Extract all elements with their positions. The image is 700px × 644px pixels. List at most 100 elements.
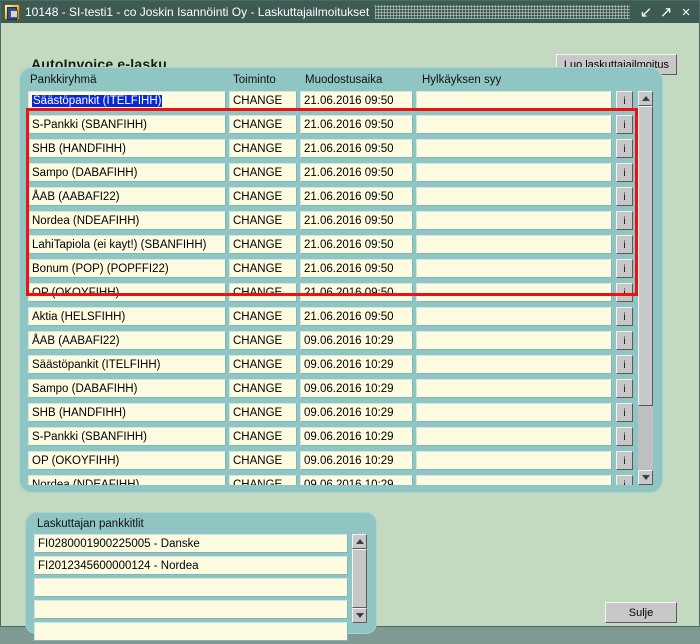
cell-reject-reason[interactable]: [416, 115, 612, 134]
cell-reject-reason[interactable]: [416, 379, 612, 398]
table-row[interactable]: Sampo (DABAFIHH) CHANGE 21.06.2016 09:50 i: [28, 163, 640, 187]
cell-reject-reason[interactable]: [416, 211, 612, 230]
cell-reject-reason[interactable]: [416, 139, 612, 158]
accounts-list[interactable]: FI0280001900225005 - Danske FI20123456000…: [34, 534, 348, 644]
minimize-icon[interactable]: ↙: [636, 3, 656, 21]
cell-created-at[interactable]: 09.06.2016 10:29: [300, 475, 413, 485]
account-list-item[interactable]: [34, 600, 348, 619]
maximize-icon[interactable]: ↗: [656, 3, 676, 21]
table-row[interactable]: SHB (HANDFIHH) CHANGE 21.06.2016 09:50 i: [28, 139, 640, 163]
grid-vertical-scrollbar[interactable]: [638, 91, 653, 485]
cell-bank-group[interactable]: ÅAB (AABAFI22): [28, 187, 226, 206]
cell-action[interactable]: CHANGE: [229, 475, 297, 485]
row-info-button[interactable]: i: [616, 427, 633, 446]
cell-created-at[interactable]: 09.06.2016 10:29: [300, 379, 413, 398]
cell-bank-group[interactable]: ÅAB (AABAFI22): [28, 331, 226, 350]
close-dialog-button[interactable]: Sulje: [605, 602, 677, 623]
cell-action[interactable]: CHANGE: [229, 403, 297, 422]
cell-bank-group[interactable]: Aktia (HELSFIHH): [28, 307, 226, 326]
account-list-item[interactable]: FI0280001900225005 - Danske: [34, 534, 348, 553]
accounts-scroll-down-icon[interactable]: [352, 608, 367, 623]
table-row[interactable]: Nordea (NDEAFIHH) CHANGE 09.06.2016 10:29 i: [28, 475, 640, 485]
cell-created-at[interactable]: 21.06.2016 09:50: [300, 91, 413, 110]
table-row[interactable]: OP (OKOYFIHH) CHANGE 21.06.2016 09:50 i: [28, 283, 640, 307]
cell-bank-group[interactable]: LahiTapiola (ei kayt!) (SBANFIHH): [28, 235, 226, 254]
cell-bank-group[interactable]: OP (OKOYFIHH): [28, 451, 226, 470]
table-row[interactable]: SHB (HANDFIHH) CHANGE 09.06.2016 10:29 i: [28, 403, 640, 427]
cell-action[interactable]: CHANGE: [229, 235, 297, 254]
cell-action[interactable]: CHANGE: [229, 331, 297, 350]
row-info-button[interactable]: i: [616, 115, 633, 134]
account-list-item[interactable]: FI2012345600000124 - Nordea: [34, 556, 348, 575]
table-row[interactable]: S-Pankki (SBANFIHH) CHANGE 09.06.2016 10:2…: [28, 427, 640, 451]
table-row[interactable]: Säästöpankit (ITELFIHH) CHANGE 09.06.2016 …: [28, 355, 640, 379]
cell-bank-group[interactable]: Sampo (DABAFIHH): [28, 163, 226, 182]
row-info-button[interactable]: i: [616, 139, 633, 158]
accounts-scrollbar-thumb[interactable]: [352, 549, 367, 608]
account-list-item[interactable]: [34, 578, 348, 597]
cell-bank-group[interactable]: Nordea (NDEAFIHH): [28, 211, 226, 230]
cell-action[interactable]: CHANGE: [229, 139, 297, 158]
cell-created-at[interactable]: 21.06.2016 09:50: [300, 139, 413, 158]
cell-created-at[interactable]: 09.06.2016 10:29: [300, 331, 413, 350]
row-info-button[interactable]: i: [616, 91, 633, 110]
cell-bank-group[interactable]: Nordea (NDEAFIHH): [28, 475, 226, 485]
table-row[interactable]: ÅAB (AABAFI22) CHANGE 09.06.2016 10:29 i: [28, 331, 640, 355]
grid-scrollbar-thumb[interactable]: [638, 106, 653, 406]
table-row[interactable]: Säästöpankit (ITELFIHH) CHANGE 21.06.2016 …: [28, 91, 640, 115]
cell-created-at[interactable]: 21.06.2016 09:50: [300, 187, 413, 206]
row-info-button[interactable]: i: [616, 379, 633, 398]
cell-reject-reason[interactable]: [416, 163, 612, 182]
cell-action[interactable]: CHANGE: [229, 91, 297, 110]
row-info-button[interactable]: i: [616, 307, 633, 326]
table-row[interactable]: LahiTapiola (ei kayt!) (SBANFIHH) CHANGE 2…: [28, 235, 640, 259]
cell-bank-group[interactable]: Bonum (POP) (POPFFI22): [28, 259, 226, 278]
table-row[interactable]: S-Pankki (SBANFIHH) CHANGE 21.06.2016 09:5…: [28, 115, 640, 139]
cell-action[interactable]: CHANGE: [229, 163, 297, 182]
cell-created-at[interactable]: 21.06.2016 09:50: [300, 259, 413, 278]
cell-action[interactable]: CHANGE: [229, 259, 297, 278]
cell-action[interactable]: CHANGE: [229, 379, 297, 398]
cell-reject-reason[interactable]: [416, 307, 612, 326]
cell-reject-reason[interactable]: [416, 427, 612, 446]
row-info-button[interactable]: i: [616, 475, 633, 485]
table-row[interactable]: Bonum (POP) (POPFFI22) CHANGE 21.06.2016 0…: [28, 259, 640, 283]
row-info-button[interactable]: i: [616, 355, 633, 374]
cell-created-at[interactable]: 21.06.2016 09:50: [300, 211, 413, 230]
row-info-button[interactable]: i: [616, 451, 633, 470]
cell-reject-reason[interactable]: [416, 475, 612, 485]
cell-reject-reason[interactable]: [416, 187, 612, 206]
table-row[interactable]: Aktia (HELSFIHH) CHANGE 21.06.2016 09:50 i: [28, 307, 640, 331]
cell-action[interactable]: CHANGE: [229, 211, 297, 230]
cell-bank-group[interactable]: S-Pankki (SBANFIHH): [28, 427, 226, 446]
row-info-button[interactable]: i: [616, 403, 633, 422]
row-info-button[interactable]: i: [616, 331, 633, 350]
cell-bank-group[interactable]: OP (OKOYFIHH): [28, 283, 226, 302]
cell-created-at[interactable]: 09.06.2016 10:29: [300, 451, 413, 470]
row-info-button[interactable]: i: [616, 283, 633, 302]
cell-created-at[interactable]: 21.06.2016 09:50: [300, 163, 413, 182]
table-row[interactable]: Nordea (NDEAFIHH) CHANGE 21.06.2016 09:50 i: [28, 211, 640, 235]
cell-action[interactable]: CHANGE: [229, 451, 297, 470]
cell-action[interactable]: CHANGE: [229, 187, 297, 206]
cell-reject-reason[interactable]: [416, 235, 612, 254]
accounts-vertical-scrollbar[interactable]: [352, 534, 367, 623]
scroll-down-icon[interactable]: [638, 470, 653, 485]
cell-bank-group[interactable]: Säästöpankit (ITELFIHH): [28, 91, 226, 110]
cell-reject-reason[interactable]: [416, 451, 612, 470]
cell-created-at[interactable]: 21.06.2016 09:50: [300, 307, 413, 326]
scroll-up-icon[interactable]: [638, 91, 653, 106]
cell-reject-reason[interactable]: [416, 403, 612, 422]
cell-bank-group[interactable]: Säästöpankit (ITELFIHH): [28, 355, 226, 374]
accounts-scroll-up-icon[interactable]: [352, 534, 367, 549]
cell-reject-reason[interactable]: [416, 283, 612, 302]
cell-bank-group[interactable]: SHB (HANDFIHH): [28, 403, 226, 422]
cell-created-at[interactable]: 21.06.2016 09:50: [300, 283, 413, 302]
cell-action[interactable]: CHANGE: [229, 283, 297, 302]
cell-created-at[interactable]: 21.06.2016 09:50: [300, 115, 413, 134]
table-row[interactable]: ÅAB (AABAFI22) CHANGE 21.06.2016 09:50 i: [28, 187, 640, 211]
cell-bank-group[interactable]: SHB (HANDFIHH): [28, 139, 226, 158]
table-row[interactable]: OP (OKOYFIHH) CHANGE 09.06.2016 10:29 i: [28, 451, 640, 475]
table-row[interactable]: Sampo (DABAFIHH) CHANGE 09.06.2016 10:29 i: [28, 379, 640, 403]
cell-reject-reason[interactable]: [416, 259, 612, 278]
